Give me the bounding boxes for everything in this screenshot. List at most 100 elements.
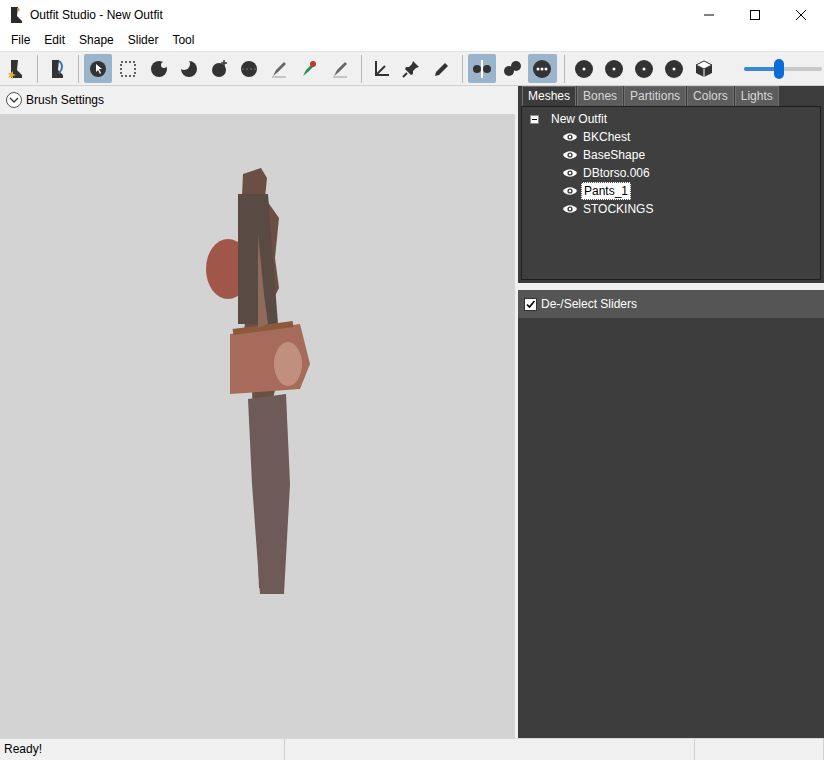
status-segment xyxy=(285,739,695,760)
move-icon xyxy=(208,58,230,80)
mesh-name[interactable]: Pants_1 xyxy=(581,182,631,200)
transform-button[interactable] xyxy=(367,54,395,83)
expander-icon[interactable] xyxy=(530,115,539,124)
check-icon xyxy=(525,299,536,310)
tree-item[interactable]: STOCKINGS xyxy=(526,200,816,218)
app-icon xyxy=(5,58,27,80)
size-button[interactable] xyxy=(600,54,628,83)
smooth-icon xyxy=(238,58,260,80)
menu-bar: FileEditShapeSliderTool xyxy=(0,30,824,51)
toolbar-separator xyxy=(361,55,362,83)
window-title: Outfit Studio - New Outfit xyxy=(30,6,686,24)
tab[interactable]: Partitions xyxy=(624,86,686,106)
minimize-icon xyxy=(704,10,714,20)
slider-thumb[interactable] xyxy=(774,59,784,79)
connected-button[interactable] xyxy=(498,54,526,83)
smooth-button[interactable] xyxy=(235,54,263,83)
menu-item[interactable]: Edit xyxy=(37,30,72,51)
sliders-list[interactable] xyxy=(518,318,824,738)
tree-item[interactable]: DBtorso.006 xyxy=(526,164,816,182)
tree-panel: New Outfit BKChest BaseShape DBtorso.006Pan… xyxy=(518,106,824,283)
dots-button[interactable] xyxy=(528,54,556,83)
app-button[interactable] xyxy=(2,54,30,83)
move-button[interactable] xyxy=(205,54,233,83)
eye-icon[interactable] xyxy=(562,131,578,143)
mesh-name[interactable]: STOCKINGS xyxy=(581,201,655,217)
tree-root[interactable]: New Outfit xyxy=(526,110,816,128)
mesh-name[interactable]: BaseShape xyxy=(581,147,647,163)
cube-icon xyxy=(693,58,715,80)
splitter[interactable] xyxy=(518,283,824,290)
status-bar: Ready! xyxy=(0,738,824,760)
pencil-button[interactable] xyxy=(427,54,455,83)
size-button[interactable] xyxy=(630,54,658,83)
app-icon xyxy=(8,6,24,24)
menu-item[interactable]: Tool xyxy=(165,30,201,51)
pen-button[interactable] xyxy=(326,54,354,83)
box-icon xyxy=(117,58,139,80)
brush-button[interactable] xyxy=(145,54,173,83)
maximize-icon xyxy=(750,10,760,20)
toolbar-separator xyxy=(37,55,38,83)
eye-icon[interactable] xyxy=(562,185,578,197)
tree-item[interactable]: BKChest xyxy=(526,128,816,146)
tab-bar: MeshesBonesPartitionsColorsLights xyxy=(518,86,824,106)
mirror-button[interactable] xyxy=(468,54,496,83)
reference-button[interactable] xyxy=(43,54,71,83)
tab[interactable]: Lights xyxy=(735,86,779,106)
brush-icon xyxy=(148,58,170,80)
left-panel: Brush Settings xyxy=(0,86,515,738)
reference-icon xyxy=(46,58,68,80)
tree-item[interactable]: Pants_1 xyxy=(526,182,816,200)
toolbar-separator xyxy=(462,55,463,83)
color-button[interactable] xyxy=(295,54,323,83)
eye-icon[interactable] xyxy=(562,203,578,215)
menu-item[interactable]: Shape xyxy=(72,30,121,51)
pen-icon xyxy=(329,58,351,80)
tree-root-label[interactable]: New Outfit xyxy=(549,111,609,127)
brush-settings-label[interactable]: Brush Settings xyxy=(26,91,104,109)
close-button[interactable] xyxy=(778,0,824,30)
select-icon xyxy=(87,58,109,80)
tab[interactable]: Colors xyxy=(687,86,734,106)
dots-icon xyxy=(531,58,553,80)
main-area: Brush Settings MeshesBonesPartitionsColo… xyxy=(0,86,824,738)
pen-button[interactable] xyxy=(265,54,293,83)
size-icon xyxy=(663,58,685,80)
crescent-button[interactable] xyxy=(175,54,203,83)
menu-item[interactable]: Slider xyxy=(121,30,166,51)
toolbar xyxy=(0,51,824,86)
status-text: Ready! xyxy=(0,739,285,760)
pin-button[interactable] xyxy=(397,54,425,83)
brush-settings[interactable]: Brush Settings xyxy=(0,86,515,114)
mesh-name[interactable]: BKChest xyxy=(581,129,632,145)
mirror-icon xyxy=(471,58,493,80)
sliders-header: De-/Select Sliders xyxy=(518,290,824,318)
brush-size-slider[interactable] xyxy=(744,67,822,71)
crescent-icon xyxy=(178,58,200,80)
maximize-button[interactable] xyxy=(732,0,778,30)
close-icon xyxy=(796,10,806,20)
box-button[interactable] xyxy=(114,54,142,83)
size-button[interactable] xyxy=(660,54,688,83)
size-button[interactable] xyxy=(570,54,598,83)
size-icon xyxy=(573,58,595,80)
select-button[interactable] xyxy=(84,54,112,83)
mesh-tree[interactable]: New Outfit BKChest BaseShape DBtorso.006Pan… xyxy=(521,106,821,280)
viewport[interactable] xyxy=(0,114,515,738)
sliders-label[interactable]: De-/Select Sliders xyxy=(541,295,637,313)
pin-icon xyxy=(400,58,422,80)
select-sliders-checkbox[interactable] xyxy=(524,298,537,311)
tab[interactable]: Bones xyxy=(577,86,623,106)
cube-button[interactable] xyxy=(690,54,718,83)
tab[interactable]: Meshes xyxy=(522,86,576,106)
color-icon xyxy=(298,58,320,80)
tree-item[interactable]: BaseShape xyxy=(526,146,816,164)
mesh-name[interactable]: DBtorso.006 xyxy=(581,165,652,181)
minimize-button[interactable] xyxy=(686,0,732,30)
model-render xyxy=(188,154,328,594)
eye-icon[interactable] xyxy=(562,167,578,179)
menu-item[interactable]: File xyxy=(4,30,37,51)
size-icon xyxy=(603,58,625,80)
eye-icon[interactable] xyxy=(562,149,578,161)
